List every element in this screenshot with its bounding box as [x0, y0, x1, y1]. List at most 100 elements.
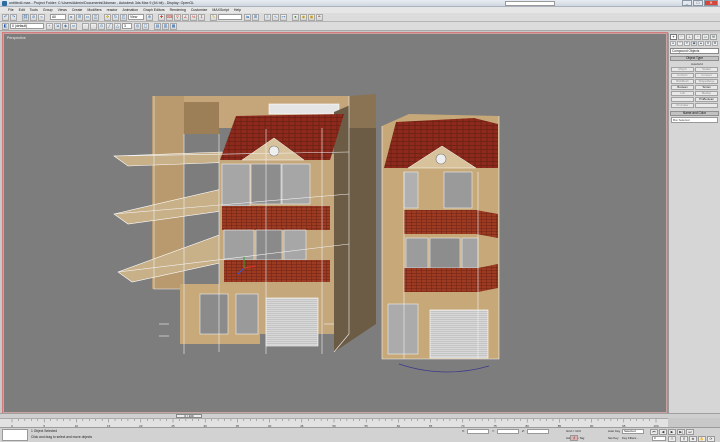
- named-selection-combo[interactable]: [218, 14, 242, 20]
- snap-bounding-box-icon[interactable]: ▢: [142, 22, 149, 30]
- menu-modifiers[interactable]: Modifiers: [87, 8, 101, 12]
- current-frame-field[interactable]: 0: [652, 436, 666, 441]
- zoom-icon[interactable]: ⚲: [680, 436, 688, 442]
- trackbar[interactable]: 0 5 10 15 20 25 30 35 40 45 50 55 60 65 70 75 80 85 90 95 10…: [0, 418, 668, 428]
- minimize-button[interactable]: _: [682, 0, 692, 6]
- hierarchy-tab-icon[interactable]: ⊥: [686, 34, 693, 40]
- menu-graph-editors[interactable]: Graph Editors: [143, 8, 165, 12]
- prev-frame-icon[interactable]: ◀: [659, 429, 667, 435]
- keyboard-shortcut-icon[interactable]: ⌨: [166, 13, 173, 21]
- building-model[interactable]: [4, 34, 667, 413]
- pan-icon[interactable]: ✋: [698, 436, 706, 442]
- y-coord-field[interactable]: [497, 429, 519, 434]
- container-icon[interactable]: ▥: [162, 22, 169, 30]
- snap-face-icon[interactable]: △: [114, 22, 121, 30]
- lights-icon[interactable]: ☀: [684, 41, 690, 46]
- mirror-icon[interactable]: ⇋: [244, 13, 251, 21]
- object-type-button[interactable]: ProCutter: [671, 103, 694, 108]
- geometry-icon[interactable]: ●: [670, 41, 676, 46]
- snap-edge-icon[interactable]: ╱: [106, 22, 113, 30]
- object-type-button[interactable]: ShapeMerge: [695, 79, 718, 84]
- object-type-button[interactable]: Boolean: [671, 85, 694, 90]
- name-and-color-rollout[interactable]: Name and Color: [670, 111, 719, 116]
- reference-coordinate-combo[interactable]: View: [128, 14, 144, 20]
- select-object-icon[interactable]: ▸: [68, 13, 75, 21]
- goto-start-icon[interactable]: ⏮: [650, 429, 658, 435]
- bind-space-warp-icon[interactable]: ≈: [38, 13, 45, 21]
- modify-tab-icon[interactable]: ◠: [678, 34, 685, 40]
- snap-vertex-icon[interactable]: ·: [82, 22, 89, 30]
- add-to-layer-icon[interactable]: ⇲: [54, 22, 61, 30]
- create-layer-icon[interactable]: +: [46, 22, 53, 30]
- object-type-button[interactable]: Conform: [671, 73, 694, 78]
- snaps-combo[interactable]: 3: [122, 23, 132, 29]
- rendered-frame-window-icon[interactable]: ▣: [308, 13, 315, 21]
- object-type-rollout[interactable]: Object Type: [670, 56, 719, 61]
- help-search-input[interactable]: [505, 1, 555, 6]
- menu-reactor[interactable]: reactor: [107, 8, 118, 12]
- angle-snap-icon[interactable]: ∠: [182, 13, 189, 21]
- display-tab-icon[interactable]: ▭: [702, 34, 709, 40]
- menu-maxscript[interactable]: MAXScript: [212, 8, 229, 12]
- menu-views[interactable]: Views: [58, 8, 67, 12]
- menu-tools[interactable]: Tools: [30, 8, 38, 12]
- z-coord-field[interactable]: [527, 429, 549, 434]
- object-type-button[interactable]: Mesher: [695, 91, 718, 96]
- select-and-rotate-icon[interactable]: ↻: [112, 13, 119, 21]
- snap-pivot-icon[interactable]: ◎: [134, 22, 141, 30]
- shapes-icon[interactable]: ◠: [677, 41, 683, 46]
- layer-manager-icon[interactable]: ≡: [264, 13, 271, 21]
- utilities-tab-icon[interactable]: ⚒: [710, 34, 717, 40]
- goto-end-icon[interactable]: ⏭: [686, 429, 694, 435]
- object-type-button[interactable]: [671, 97, 694, 102]
- window-crossing-icon[interactable]: ◫: [92, 13, 99, 21]
- object-type-button[interactable]: [695, 103, 718, 108]
- menu-help[interactable]: Help: [234, 8, 241, 12]
- set-key-button[interactable]: Set Key: [608, 436, 619, 440]
- systems-icon[interactable]: ⚙: [712, 41, 718, 46]
- unlink-icon[interactable]: ⊘: [30, 13, 37, 21]
- object-type-button[interactable]: ProBoolean: [695, 97, 718, 102]
- snap-midpoint-icon[interactable]: ⊙: [98, 22, 105, 30]
- menu-rendering[interactable]: Rendering: [170, 8, 186, 12]
- viewport-config-icon[interactable]: ▦: [170, 22, 177, 30]
- cameras-icon[interactable]: ▣: [691, 41, 697, 46]
- selection-filter-combo[interactable]: All: [50, 14, 66, 20]
- menu-file[interactable]: File: [8, 8, 14, 12]
- close-button[interactable]: ✕: [704, 0, 718, 6]
- space-warps-icon[interactable]: ≋: [705, 41, 711, 46]
- object-type-button[interactable]: Scatter: [695, 67, 718, 72]
- zoom-all-icon[interactable]: ⊕: [689, 436, 697, 442]
- set-key-icon[interactable]: ⚷: [570, 435, 578, 441]
- select-manipulate-icon[interactable]: ✚: [158, 13, 165, 21]
- select-and-scale-icon[interactable]: ◰: [120, 13, 127, 21]
- object-type-button[interactable]: Connect: [695, 73, 718, 78]
- object-type-button[interactable]: Loft: [671, 91, 694, 96]
- material-editor-icon[interactable]: ●: [292, 13, 299, 21]
- app-icon[interactable]: [2, 0, 7, 6]
- object-type-button[interactable]: Terrain: [695, 85, 718, 90]
- snaps-toggle-icon[interactable]: ⚲: [174, 13, 181, 21]
- display-floater-icon[interactable]: ▤: [154, 22, 161, 30]
- key-filters-button[interactable]: Key Filters...: [622, 436, 639, 440]
- maximize-button[interactable]: □: [693, 0, 703, 6]
- helpers-icon[interactable]: ▲: [698, 41, 704, 46]
- redo-icon[interactable]: ↷: [10, 13, 17, 21]
- menu-create[interactable]: Create: [72, 8, 83, 12]
- rectangular-selection-icon[interactable]: ▭: [84, 13, 91, 21]
- key-mode-combo[interactable]: Selected: [622, 429, 644, 434]
- render-setup-icon[interactable]: ◉: [300, 13, 307, 21]
- maxscript-listener-mini[interactable]: [2, 429, 28, 441]
- menu-animation[interactable]: Animation: [122, 8, 138, 12]
- snap-endpoint-icon[interactable]: ∙: [90, 22, 97, 30]
- spinner-snap-icon[interactable]: ⇕: [198, 13, 205, 21]
- undo-icon[interactable]: ↶: [2, 13, 9, 21]
- select-and-move-icon[interactable]: ✥: [104, 13, 111, 21]
- edit-named-selection-icon[interactable]: ✎: [210, 13, 217, 21]
- perspective-viewport[interactable]: Perspective: [2, 32, 668, 414]
- select-link-icon[interactable]: ⛓: [22, 13, 29, 21]
- menu-group[interactable]: Group: [43, 8, 53, 12]
- play-icon[interactable]: ▶: [668, 429, 676, 435]
- menu-edit[interactable]: Edit: [19, 8, 25, 12]
- object-name-field[interactable]: Box Selected: [671, 117, 718, 123]
